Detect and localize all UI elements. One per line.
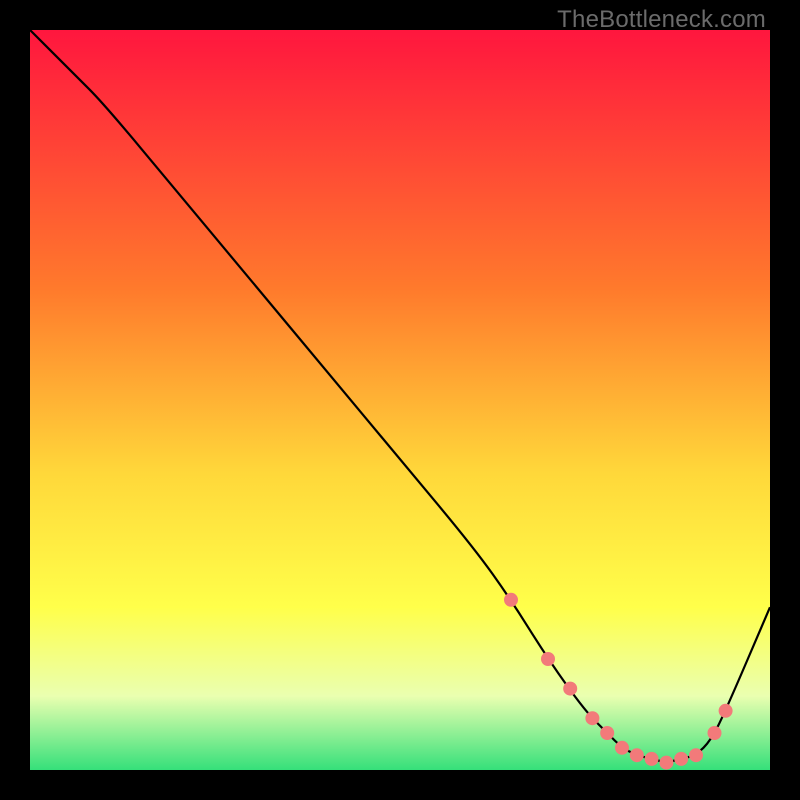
curve-dot bbox=[690, 749, 703, 762]
curve-dot bbox=[708, 727, 721, 740]
curve-dot bbox=[616, 741, 629, 754]
watermark-text: TheBottleneck.com bbox=[557, 6, 766, 34]
curve-dot bbox=[564, 682, 577, 695]
bottleneck-chart bbox=[30, 30, 770, 770]
curve-dot bbox=[660, 756, 673, 769]
curve-dot bbox=[601, 727, 614, 740]
curve-dot bbox=[542, 653, 555, 666]
curve-dot bbox=[586, 712, 599, 725]
curve-dot bbox=[505, 593, 518, 606]
curve-dot bbox=[645, 752, 658, 765]
curve-dot bbox=[630, 749, 643, 762]
curve-dot bbox=[675, 752, 688, 765]
chart-frame bbox=[30, 30, 770, 770]
chart-background-gradient bbox=[30, 30, 770, 770]
curve-dot bbox=[719, 704, 732, 717]
